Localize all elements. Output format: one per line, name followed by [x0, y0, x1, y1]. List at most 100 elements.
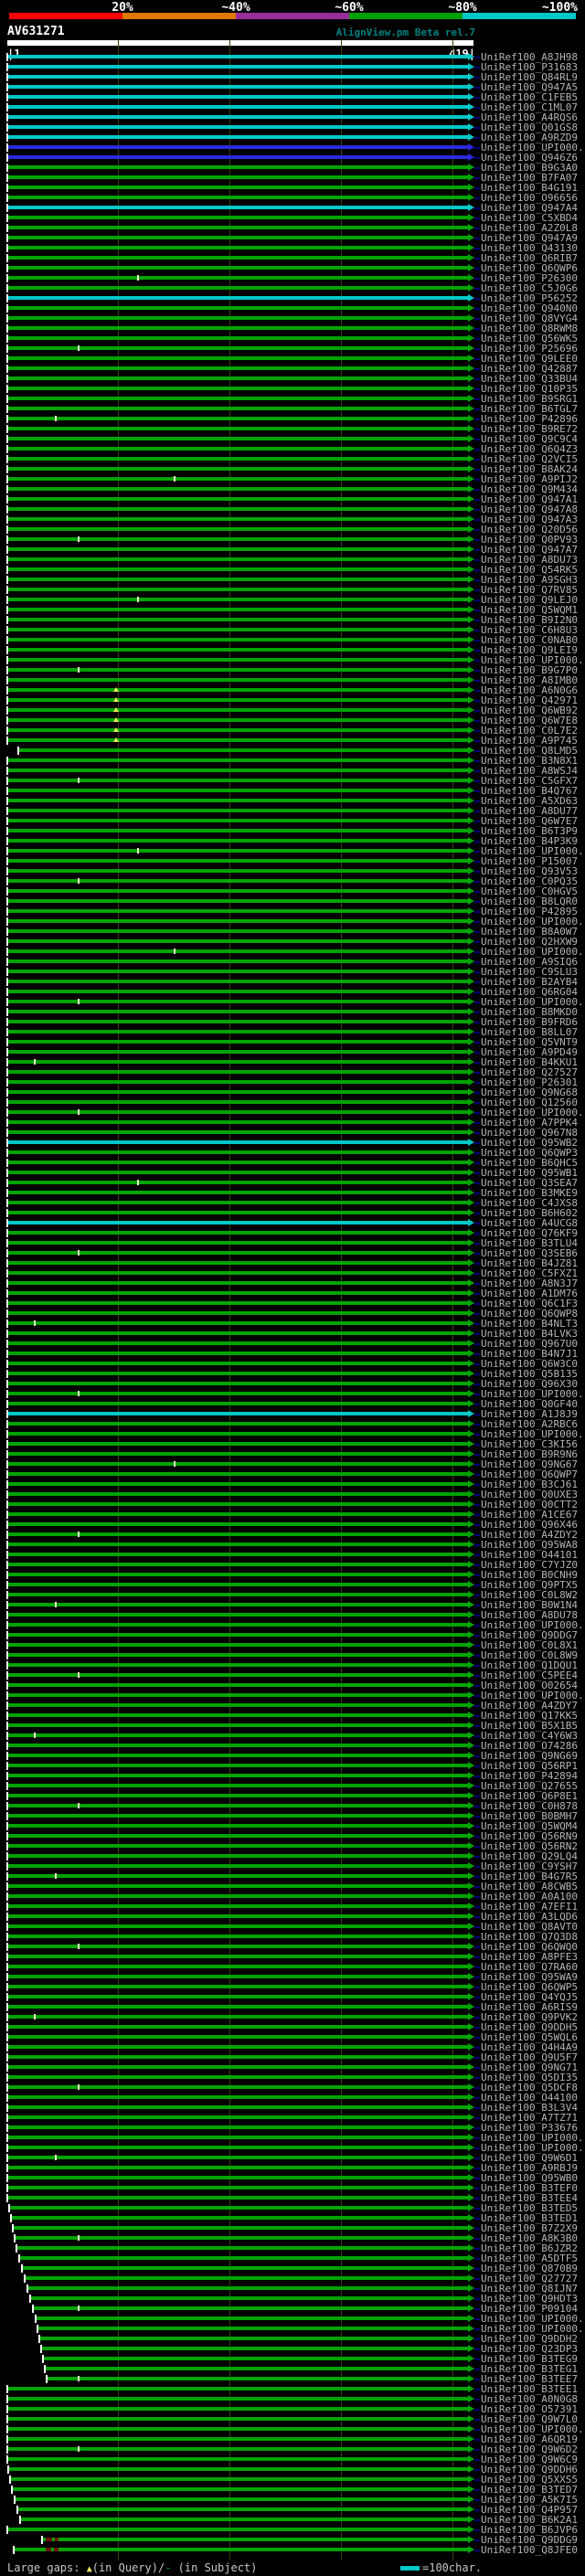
hit-bar[interactable]	[8, 1080, 468, 1084]
hit-bar[interactable]	[8, 1090, 468, 1094]
hit-bar[interactable]	[40, 2337, 468, 2340]
hit-bar[interactable]	[8, 1583, 468, 1586]
hit-bar[interactable]	[8, 1975, 468, 1978]
hit-bar[interactable]	[8, 1432, 468, 1436]
hit-bar[interactable]	[8, 1744, 468, 1747]
hit-bar[interactable]	[8, 1995, 468, 1998]
hit-bar[interactable]	[8, 2025, 468, 2029]
hit-bar[interactable]	[8, 1924, 468, 1928]
hit-bar[interactable]	[8, 2166, 468, 2169]
hit-bar[interactable]	[8, 1502, 468, 1506]
hit-bar[interactable]	[26, 2276, 468, 2280]
hit-bar[interactable]	[8, 1301, 468, 1305]
hit-bar[interactable]	[8, 859, 468, 863]
hit-bar[interactable]	[8, 306, 468, 310]
hit-bar[interactable]	[8, 899, 468, 903]
hit-bar[interactable]	[8, 427, 468, 430]
hit-bar[interactable]	[8, 246, 468, 249]
hit-bar[interactable]	[8, 1512, 468, 1516]
hit-bar[interactable]	[23, 2266, 468, 2270]
hit-bar[interactable]	[8, 457, 468, 461]
hit-bar[interactable]	[8, 1211, 468, 1214]
hit-bar[interactable]	[8, 1030, 468, 1034]
hit-bar[interactable]	[10, 2206, 468, 2210]
hit-bar[interactable]	[8, 1231, 468, 1235]
hit-bar[interactable]	[8, 2055, 468, 2059]
hit-bar[interactable]	[8, 929, 468, 933]
hit-bar[interactable]	[8, 1663, 468, 1667]
hit-bar[interactable]	[8, 1161, 468, 1164]
hit-bar[interactable]	[14, 2226, 468, 2230]
hit-bar[interactable]	[8, 658, 468, 662]
hit-bar[interactable]	[8, 407, 468, 410]
hit-bar[interactable]	[8, 2136, 468, 2139]
hit-bar[interactable]	[8, 698, 468, 702]
hit-bar[interactable]	[8, 1814, 468, 1818]
hit-bar[interactable]	[8, 1764, 468, 1767]
hit-bar[interactable]	[8, 638, 468, 641]
hit-bar[interactable]	[8, 819, 468, 822]
hit-bar[interactable]	[8, 2115, 468, 2119]
hit-bar[interactable]	[8, 296, 468, 300]
hit-bar[interactable]	[8, 336, 468, 340]
hit-bar[interactable]	[8, 1693, 468, 1697]
hit-bar[interactable]	[8, 1100, 468, 1104]
hit-bar[interactable]	[8, 1774, 468, 1777]
hit-bar[interactable]	[8, 75, 468, 79]
hit-bar[interactable]	[8, 2075, 468, 2079]
hit-bar[interactable]	[8, 447, 468, 451]
hit-bar[interactable]	[8, 758, 468, 762]
hit-bar[interactable]	[8, 1130, 468, 1134]
hit-bar[interactable]	[15, 2548, 468, 2551]
hit-bar[interactable]	[8, 1653, 468, 1657]
hit-bar[interactable]	[8, 959, 468, 963]
hit-bar[interactable]	[8, 55, 468, 58]
hit-bar[interactable]	[8, 547, 468, 551]
hit-bar[interactable]	[8, 226, 468, 229]
hit-bar[interactable]	[8, 1271, 468, 1275]
hit-bar[interactable]	[8, 738, 468, 742]
hit-bar[interactable]	[8, 165, 468, 169]
hit-bar[interactable]	[11, 2477, 468, 2481]
hit-bar[interactable]	[8, 1412, 468, 1415]
hit-bar[interactable]	[8, 437, 468, 440]
hit-bar[interactable]	[8, 115, 468, 119]
hit-bar[interactable]	[8, 1010, 468, 1013]
hit-bar[interactable]	[20, 2256, 468, 2260]
hit-bar[interactable]	[8, 1603, 468, 1606]
hit-bar[interactable]	[8, 849, 468, 853]
hit-bar[interactable]	[8, 829, 468, 832]
hit-bar[interactable]	[8, 125, 468, 129]
hit-bar[interactable]	[8, 1331, 468, 1335]
hit-bar[interactable]	[8, 869, 468, 873]
hit-bar[interactable]	[8, 2065, 468, 2069]
hit-bar[interactable]	[8, 376, 468, 380]
hit-bar[interactable]	[16, 2236, 468, 2240]
hit-bar[interactable]	[8, 769, 468, 772]
hit-bar[interactable]	[8, 1894, 468, 1898]
hit-bar[interactable]	[8, 1914, 468, 1918]
hit-bar[interactable]	[18, 2507, 468, 2511]
hit-bar[interactable]	[8, 1201, 468, 1204]
hit-bar[interactable]	[12, 2216, 468, 2220]
hit-bar[interactable]	[8, 608, 468, 611]
hit-bar[interactable]	[8, 1643, 468, 1647]
hit-bar[interactable]	[8, 2105, 468, 2109]
hit-bar[interactable]	[8, 1703, 468, 1707]
hit-bar[interactable]	[8, 1452, 468, 1456]
hit-bar[interactable]	[44, 2357, 468, 2360]
hit-bar[interactable]	[8, 1422, 468, 1426]
hit-bar[interactable]	[8, 2196, 468, 2200]
hit-bar[interactable]	[8, 1241, 468, 1245]
hit-bar[interactable]	[8, 1824, 468, 1828]
hit-bar[interactable]	[8, 1442, 468, 1446]
hit-bar[interactable]	[8, 397, 468, 400]
hit-bar[interactable]	[21, 2518, 468, 2521]
hit-bar[interactable]	[8, 1864, 468, 1868]
hit-bar[interactable]	[8, 2146, 468, 2149]
hit-bar[interactable]	[8, 1834, 468, 1838]
hit-bar[interactable]	[8, 1844, 468, 1848]
hit-bar[interactable]	[8, 1723, 468, 1727]
hit-bar[interactable]	[8, 2176, 468, 2179]
hit-bar[interactable]	[8, 1382, 468, 1385]
